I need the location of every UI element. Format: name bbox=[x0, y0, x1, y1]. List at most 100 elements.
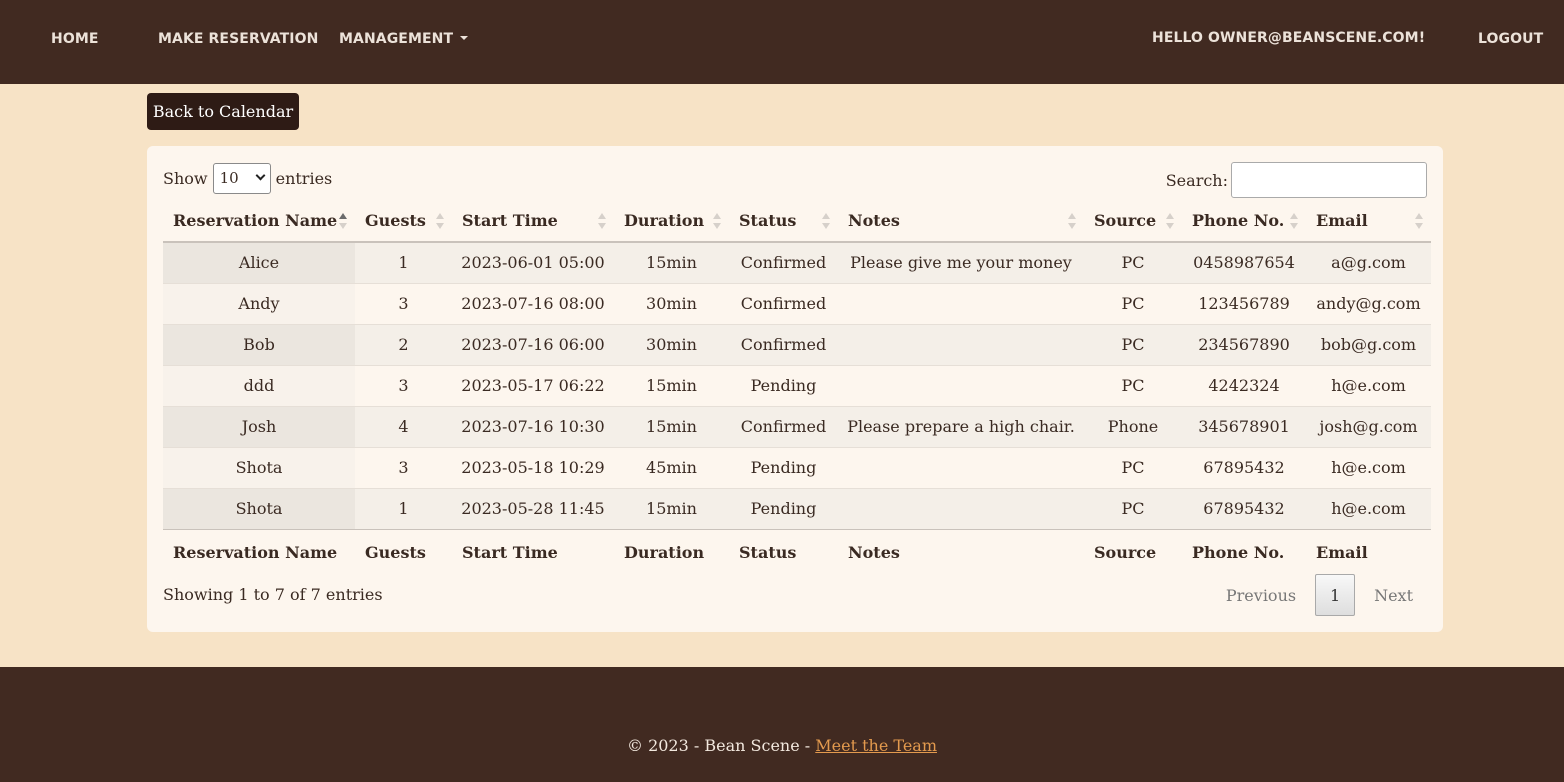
previous-page-button[interactable]: Previous bbox=[1212, 586, 1310, 605]
footer-header-notes: Notes bbox=[838, 528, 1084, 575]
back-to-calendar-button[interactable]: Back to Calendar bbox=[147, 93, 299, 130]
table-header-row: Reservation Name Guests Start Time Durat… bbox=[163, 200, 1431, 243]
column-header-duration[interactable]: Duration bbox=[614, 200, 729, 243]
footer-header-source: Source bbox=[1084, 528, 1182, 575]
table-cell bbox=[838, 446, 1084, 488]
sort-icon bbox=[1290, 213, 1298, 229]
footer-header-duration: Duration bbox=[614, 528, 729, 575]
sort-icon bbox=[1415, 213, 1423, 229]
table-cell: 15min bbox=[614, 405, 729, 447]
table-cell: PC bbox=[1084, 364, 1182, 406]
pagination: Previous 1 Next bbox=[1212, 574, 1427, 616]
table-cell: ddd bbox=[163, 364, 355, 406]
table-cell bbox=[838, 282, 1084, 324]
table-cell: Please prepare a high chair. bbox=[838, 405, 1084, 447]
column-header-reservation-name[interactable]: Reservation Name bbox=[163, 200, 355, 243]
page-length-control: Show 10 entries bbox=[163, 163, 332, 194]
sort-icon bbox=[598, 213, 606, 229]
table-cell bbox=[838, 364, 1084, 406]
table-cell: Josh bbox=[163, 405, 355, 447]
table-info: Showing 1 to 7 of 7 entries bbox=[163, 585, 383, 604]
footer-header-email: Email bbox=[1306, 528, 1431, 575]
table-cell: 0458987654 bbox=[1193, 253, 1295, 273]
table-cell: 15min bbox=[614, 487, 729, 529]
table-cell: 1 bbox=[398, 253, 409, 273]
table-cell: Andy bbox=[163, 282, 355, 324]
table-cell: 3 bbox=[355, 446, 452, 488]
table-cell: Confirmed bbox=[729, 323, 838, 365]
column-header-notes[interactable]: Notes bbox=[838, 200, 1084, 243]
table-row: Shota 1 2023-05-28 11:45 15min Pending PC 6789… bbox=[163, 487, 1431, 529]
logout-link[interactable]: LOGOUT bbox=[1478, 31, 1543, 47]
user-greeting: HELLO OWNER@BEANSCENE.COM! bbox=[1152, 30, 1426, 46]
column-header-email[interactable]: Email bbox=[1306, 200, 1431, 243]
table-cell: 67895432 bbox=[1182, 487, 1306, 529]
meet-the-team-link[interactable]: Meet the Team bbox=[815, 736, 937, 755]
search-input[interactable] bbox=[1231, 162, 1427, 198]
nav-management-label: MANAGEMENT bbox=[339, 31, 454, 47]
table-row: Alice 1 2023-06-01 05:00 15min Confirmed Plea… bbox=[163, 242, 1431, 283]
table-cell: 45min bbox=[614, 446, 729, 488]
table-cell: 30min bbox=[614, 282, 729, 324]
table-cell: PC bbox=[1084, 446, 1182, 488]
table-cell: 67895432 bbox=[1182, 446, 1306, 488]
column-header-source[interactable]: Source bbox=[1084, 200, 1182, 243]
caret-down-icon bbox=[460, 36, 469, 40]
show-label: Show bbox=[163, 169, 208, 188]
table-cell: 2023-05-17 06:22 bbox=[452, 364, 614, 406]
table-cell: 4 bbox=[355, 405, 452, 447]
sort-icon bbox=[713, 213, 721, 229]
footer-header-start-time: Start Time bbox=[452, 528, 614, 575]
table-cell: Please give me your money bbox=[850, 253, 1072, 273]
search-label: Search: bbox=[1165, 170, 1228, 190]
footer-header-reservation-name: Reservation Name bbox=[163, 528, 355, 575]
table-cell: 345678901 bbox=[1182, 405, 1306, 447]
table-body: Alice 1 2023-06-01 05:00 15min Confirmed Plea… bbox=[163, 242, 1431, 529]
nav-home-link[interactable]: HOME bbox=[51, 31, 99, 47]
table-cell: Shota bbox=[163, 446, 355, 488]
table-cell: 3 bbox=[355, 282, 452, 324]
table-cell: 1 bbox=[355, 487, 452, 529]
next-page-button[interactable]: Next bbox=[1360, 586, 1427, 605]
table-cell: h@e.com bbox=[1306, 487, 1431, 529]
table-row: Bob 2 2023-07-16 06:00 30min Confirmed PC 2345… bbox=[163, 323, 1431, 365]
table-cell: 3 bbox=[355, 364, 452, 406]
column-header-start-time[interactable]: Start Time bbox=[452, 200, 614, 243]
table-cell: 2 bbox=[355, 323, 452, 365]
table-cell: PC bbox=[1084, 323, 1182, 365]
footer-header-status: Status bbox=[729, 528, 838, 575]
table-cell: a@g.com bbox=[1331, 253, 1406, 273]
column-header-status[interactable]: Status bbox=[729, 200, 838, 243]
table-cell: 2023-06-01 05:00 bbox=[461, 253, 605, 273]
table-cell: h@e.com bbox=[1306, 364, 1431, 406]
sort-ascending-icon bbox=[339, 213, 347, 229]
table-cell: josh@g.com bbox=[1306, 405, 1431, 447]
table-cell: 2023-05-28 11:45 bbox=[452, 487, 614, 529]
table-cell: PC bbox=[1084, 282, 1182, 324]
table-cell: Shota bbox=[163, 487, 355, 529]
table-cell bbox=[838, 323, 1084, 365]
nav-make-reservation-link[interactable]: MAKE RESERVATION bbox=[158, 31, 318, 47]
table-cell: 2023-07-16 06:00 bbox=[452, 323, 614, 365]
reservations-table: Reservation Name Guests Start Time Durat… bbox=[163, 200, 1431, 575]
sort-icon bbox=[1068, 213, 1076, 229]
page-1-button[interactable]: 1 bbox=[1315, 574, 1356, 616]
column-header-guests[interactable]: Guests bbox=[355, 200, 452, 243]
table-cell: PC bbox=[1084, 487, 1182, 529]
table-cell: bob@g.com bbox=[1306, 323, 1431, 365]
table-cell: Confirmed bbox=[729, 282, 838, 324]
nav-management-dropdown[interactable]: MANAGEMENT bbox=[339, 31, 469, 47]
table-cell: Confirmed bbox=[740, 253, 827, 273]
table-row: Andy 3 2023-07-16 08:00 30min Confirmed PC 123… bbox=[163, 282, 1431, 324]
table-cell: Alice bbox=[163, 242, 355, 283]
entries-per-page-select[interactable]: 10 bbox=[212, 163, 271, 194]
table-cell: Confirmed bbox=[729, 405, 838, 447]
table-cell: h@e.com bbox=[1306, 446, 1431, 488]
table-cell: 2023-07-16 10:30 bbox=[452, 405, 614, 447]
sort-icon bbox=[822, 213, 830, 229]
table-cell: 15min bbox=[646, 253, 697, 273]
table-cell: Bob bbox=[163, 323, 355, 365]
chevron-down-icon bbox=[255, 170, 266, 181]
column-header-phone[interactable]: Phone No. bbox=[1182, 200, 1306, 243]
table-cell: Pending bbox=[729, 364, 838, 406]
